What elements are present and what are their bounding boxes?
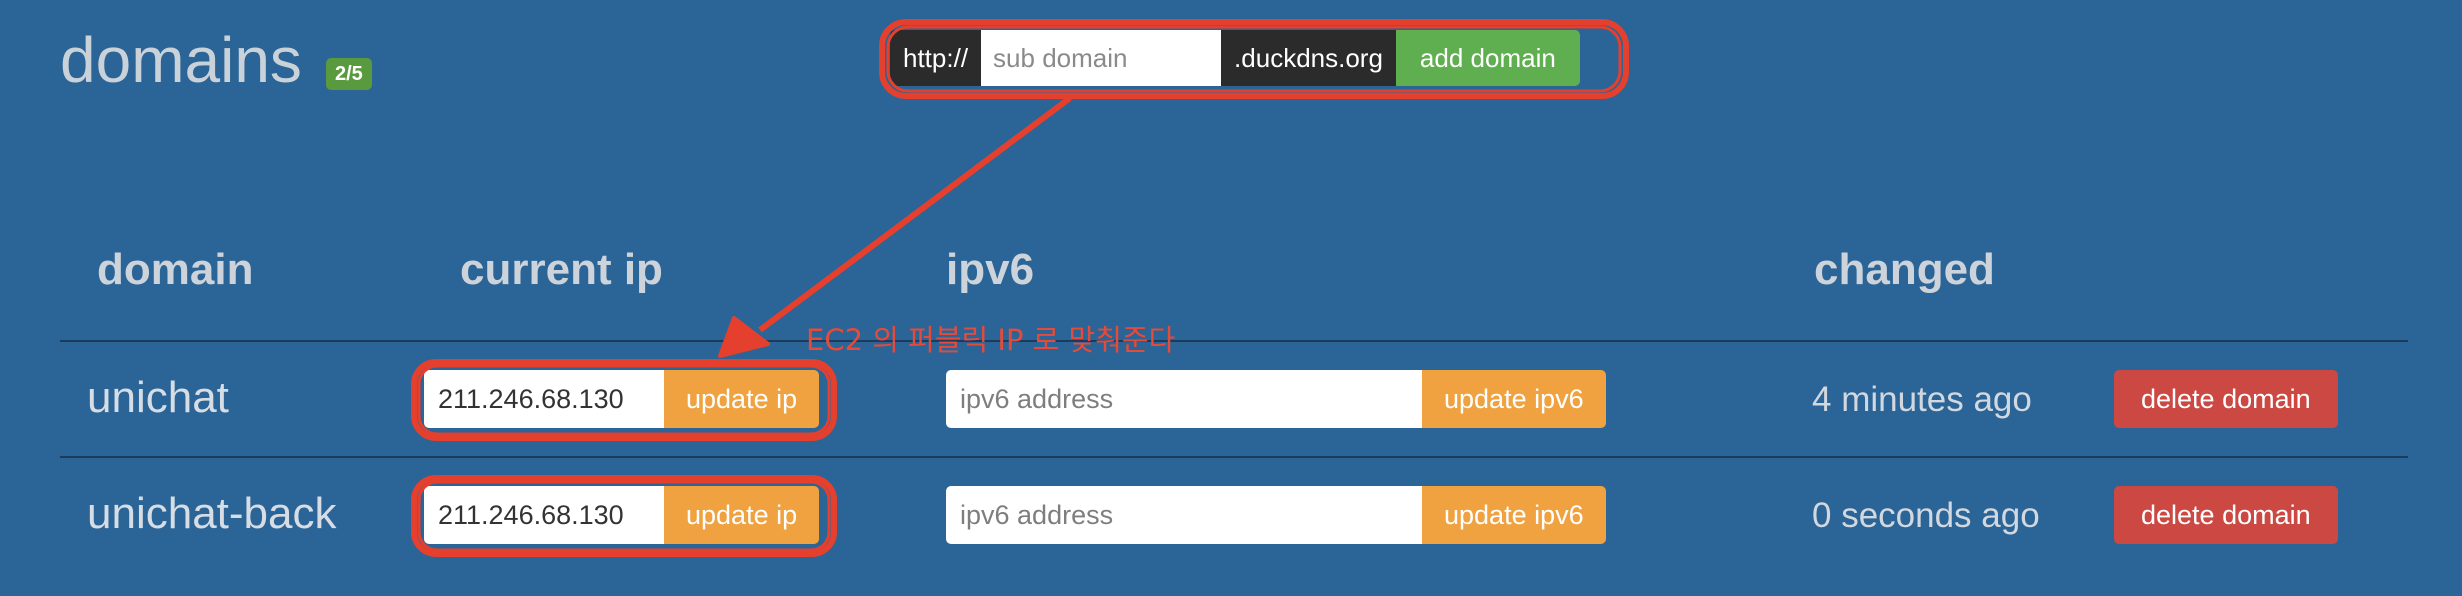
page-title: domains xyxy=(60,24,302,96)
current-ip-input[interactable] xyxy=(424,486,664,544)
column-header-changed: changed xyxy=(1814,245,1995,294)
ipv6-group: update ipv6 xyxy=(946,486,1606,544)
column-header-domain: domain xyxy=(97,245,254,294)
ipv6-group: update ipv6 xyxy=(946,370,1606,428)
delete-domain-button[interactable]: delete domain xyxy=(2114,486,2338,544)
domain-count-badge: 2/5 xyxy=(326,58,372,90)
current-ip-group: update ip xyxy=(424,370,820,428)
ipv6-input[interactable] xyxy=(946,370,1422,428)
delete-domain-button[interactable]: delete domain xyxy=(2114,370,2338,428)
changed-time: 0 seconds ago xyxy=(1812,496,2040,535)
changed-time: 4 minutes ago xyxy=(1812,380,2032,419)
domain-name: unichat xyxy=(87,373,229,422)
update-ipv6-button[interactable]: update ipv6 xyxy=(1422,486,1606,544)
annotation-arrow-head xyxy=(718,316,770,358)
add-domain-form: http:// .duckdns.org add domain xyxy=(890,30,1580,86)
protocol-prefix: http:// xyxy=(890,30,982,86)
subdomain-input[interactable] xyxy=(981,30,1222,86)
domain-name: unichat-back xyxy=(87,489,337,538)
column-header-current-ip: current ip xyxy=(460,245,663,294)
ipv6-input[interactable] xyxy=(946,486,1422,544)
annotation-note: EC2 의 퍼블릭 IP 로 맞춰준다 xyxy=(806,323,1176,357)
update-ip-button[interactable]: update ip xyxy=(664,486,820,544)
row-divider xyxy=(60,456,2408,458)
add-domain-button[interactable]: add domain xyxy=(1395,30,1580,86)
update-ipv6-button[interactable]: update ipv6 xyxy=(1422,370,1606,428)
current-ip-group: update ip xyxy=(424,486,820,544)
row-divider xyxy=(60,340,2408,342)
column-header-ipv6: ipv6 xyxy=(946,245,1035,294)
domain-suffix: .duckdns.org xyxy=(1221,30,1396,86)
current-ip-input[interactable] xyxy=(424,370,664,428)
update-ip-button[interactable]: update ip xyxy=(664,370,820,428)
